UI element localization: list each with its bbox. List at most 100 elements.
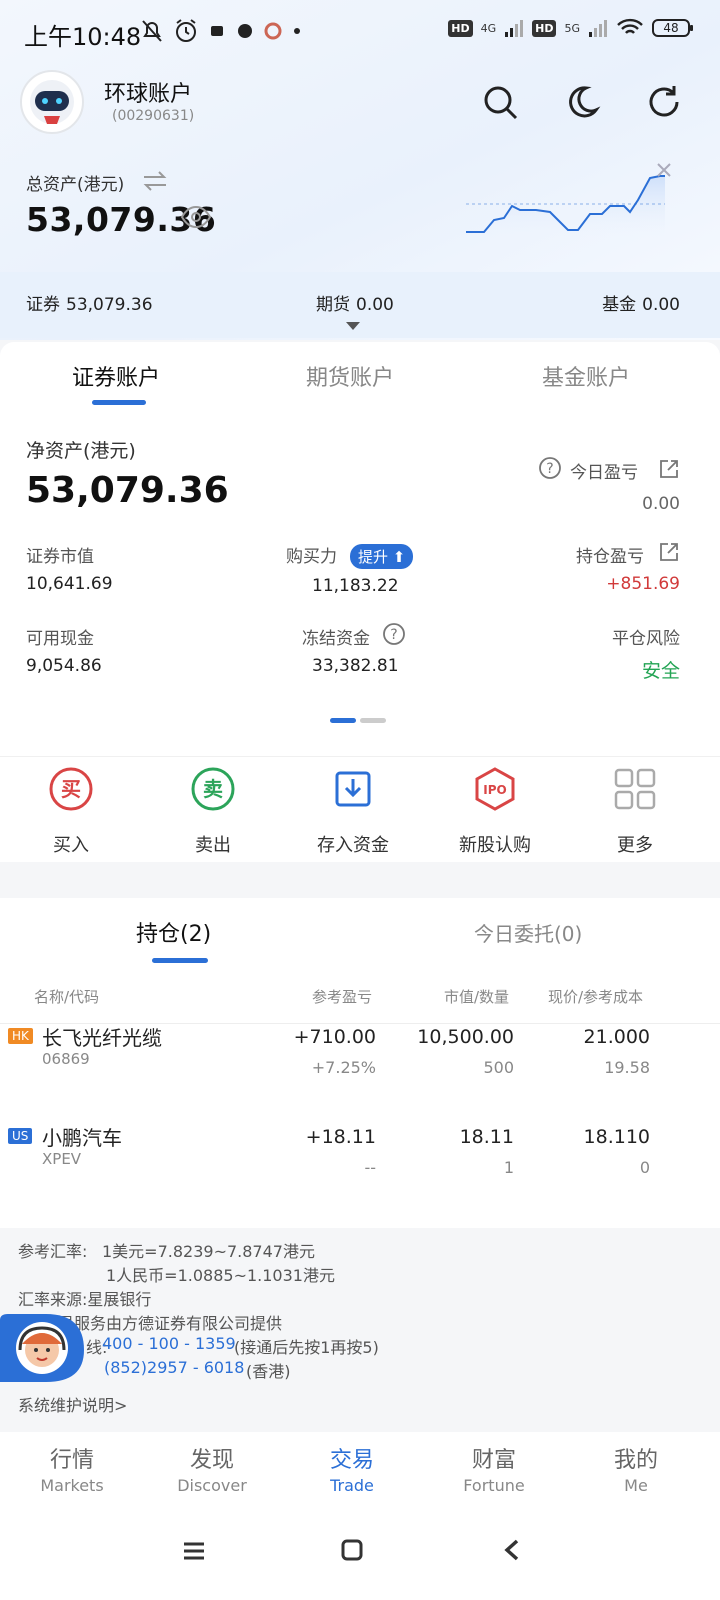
deposit-button[interactable]: 存入资金 xyxy=(298,765,408,857)
signal-icon xyxy=(505,20,524,37)
rate-label: 参考汇率: xyxy=(18,1242,88,1261)
svg-text:?: ? xyxy=(390,627,397,643)
home-icon[interactable] xyxy=(340,1538,364,1562)
page-indicator xyxy=(330,718,386,723)
app-notify-icon xyxy=(211,26,223,36)
help-icon[interactable]: ? xyxy=(382,622,406,646)
nav-trade[interactable]: 交易 Trade xyxy=(292,1442,412,1495)
eye-icon[interactable] xyxy=(180,205,212,229)
market-tag-hk: HK xyxy=(8,1028,33,1044)
page-dot-active xyxy=(330,718,356,723)
tab-securities-account[interactable]: 证券账户 xyxy=(72,360,160,392)
arrow-up-icon: ⬆ xyxy=(392,548,406,566)
battery-indicator: 48 xyxy=(652,19,693,37)
asset-summary-bar[interactable]: 证券 53,079.36 期货 0.00 基金 0.00 xyxy=(0,272,720,338)
nav-markets[interactable]: 行情 Markets xyxy=(12,1442,132,1495)
ref-cost: 19.58 xyxy=(604,1058,650,1077)
mute-icon xyxy=(142,20,162,42)
service-provider: 易服务由方德证券有限公司提供 xyxy=(58,1314,283,1333)
more-button[interactable]: 更多 xyxy=(580,765,690,857)
frozen-funds-label: 冻结资金 xyxy=(302,629,370,649)
help-icon[interactable]: ? xyxy=(538,456,562,480)
net-assets-label: 净资产(港元) xyxy=(26,440,136,462)
svg-text:买: 买 xyxy=(61,777,81,801)
sell-button[interactable]: 卖 卖出 xyxy=(158,765,268,857)
nav-discover[interactable]: 发现 Discover xyxy=(152,1442,272,1495)
summary-funds: 基金 0.00 xyxy=(602,295,680,315)
account-id: (00290631) xyxy=(112,108,195,124)
hd-badge: HD xyxy=(448,19,473,37)
rate-cny: 1人民币=1.0885~1.1031港元 xyxy=(106,1266,335,1285)
deposit-icon xyxy=(335,771,371,807)
active-tab-indicator xyxy=(92,400,146,405)
nav-me[interactable]: 我的 Me xyxy=(576,1442,696,1495)
buying-power-value: 11,183.22 xyxy=(312,576,399,596)
maintenance-link[interactable]: 系统维护说明> xyxy=(18,1392,127,1416)
network-4g: 4G xyxy=(480,21,497,35)
asset-trend-sparkline[interactable] xyxy=(460,160,680,240)
buy-button[interactable]: 买 买入 xyxy=(16,765,126,857)
wifi-icon xyxy=(617,18,643,34)
account-name: 环球账户 xyxy=(104,82,193,107)
page-dot xyxy=(360,718,386,723)
network-5g: 5G xyxy=(564,21,580,35)
back-icon[interactable] xyxy=(502,1538,522,1562)
liquidation-risk-label: 平仓风险 xyxy=(612,629,680,649)
rate-usd: 1美元=7.8239~7.8747港元 xyxy=(102,1242,315,1261)
ref-pl-pct: -- xyxy=(364,1158,376,1177)
tab-fund-account[interactable]: 基金账户 xyxy=(542,360,630,392)
today-pl-value: 0.00 xyxy=(642,494,680,514)
current-price: 21.000 xyxy=(583,1026,650,1048)
col-price-cost: 现价/参考成本 xyxy=(548,988,644,1006)
ipo-button[interactable]: IPO 新股认购 xyxy=(440,765,550,857)
rate-source: 汇率来源:星展银行 xyxy=(18,1290,152,1309)
summary-securities: 证券 53,079.36 xyxy=(26,295,153,315)
boost-button[interactable]: 提升 ⬆ xyxy=(350,544,414,569)
currency-swap-icon[interactable] xyxy=(142,170,168,192)
tab-today-orders[interactable]: 今日委托(0) xyxy=(474,918,582,947)
stock-name: 长飞光纤光缆 xyxy=(42,1026,162,1050)
footer-info: 参考汇率: 1美元=7.8239~7.8747港元 1人民币=1.0885~1.… xyxy=(0,1228,720,1430)
share-icon[interactable] xyxy=(658,458,680,480)
market-value: 10,500.00 xyxy=(417,1026,514,1048)
moon-icon[interactable] xyxy=(562,82,602,122)
tab-futures-account[interactable]: 期货账户 xyxy=(306,360,394,392)
quantity: 500 xyxy=(483,1058,514,1077)
expand-caret-icon[interactable] xyxy=(346,322,360,330)
signal-icon xyxy=(589,20,607,37)
col-mv-qty: 市值/数量 xyxy=(444,988,510,1006)
close-icon xyxy=(657,163,671,177)
ipo-icon: IPO xyxy=(475,767,515,811)
market-tag-us: US xyxy=(8,1128,33,1144)
ipo-label: 新股认购 xyxy=(459,835,531,856)
status-bar: 上午10:48 HD 4G HD 5G 48 xyxy=(0,0,720,64)
menu-icon[interactable] xyxy=(182,1540,206,1562)
positions-panel: 持仓(2) 今日委托(0) 名称/代码 参考盈亏 市值/数量 现价/参考成本 H… xyxy=(0,898,720,1228)
avatar[interactable] xyxy=(20,70,84,134)
sell-icon: 卖 xyxy=(191,767,235,811)
col-name-code: 名称/代码 xyxy=(34,988,100,1006)
tab-holdings[interactable]: 持仓(2) xyxy=(136,916,211,948)
ref-cost: 0 xyxy=(639,1158,650,1177)
stock-code: 06869 xyxy=(42,1050,90,1068)
stock-name: 小鹏汽车 xyxy=(42,1126,122,1150)
refresh-icon[interactable] xyxy=(644,82,684,122)
customer-service-icon[interactable] xyxy=(0,1310,86,1386)
frozen-funds-value: 33,382.81 xyxy=(312,656,399,676)
status-right: HD 4G HD 5G 48 xyxy=(448,18,693,38)
buying-power-label: 购买力 xyxy=(286,547,337,567)
share-icon[interactable] xyxy=(658,541,680,563)
app-notify-icon xyxy=(264,22,282,40)
search-icon[interactable] xyxy=(480,82,520,122)
market-value: 18.11 xyxy=(459,1126,514,1148)
app-notify-icon xyxy=(238,24,252,38)
hd-badge: HD xyxy=(532,19,557,37)
deposit-label: 存入资金 xyxy=(317,835,389,856)
total-assets-label: 总资产(港元) xyxy=(26,175,125,195)
hotline-1[interactable]: 400 - 100 - 1359 xyxy=(102,1334,236,1353)
nav-fortune[interactable]: 财富 Fortune xyxy=(434,1442,554,1495)
summary-futures: 期货 0.00 xyxy=(316,295,394,315)
ref-pl: +18.11 xyxy=(305,1126,376,1148)
hotline-2[interactable]: (852)2957 - 6018 xyxy=(104,1358,244,1377)
more-label: 更多 xyxy=(617,835,653,856)
